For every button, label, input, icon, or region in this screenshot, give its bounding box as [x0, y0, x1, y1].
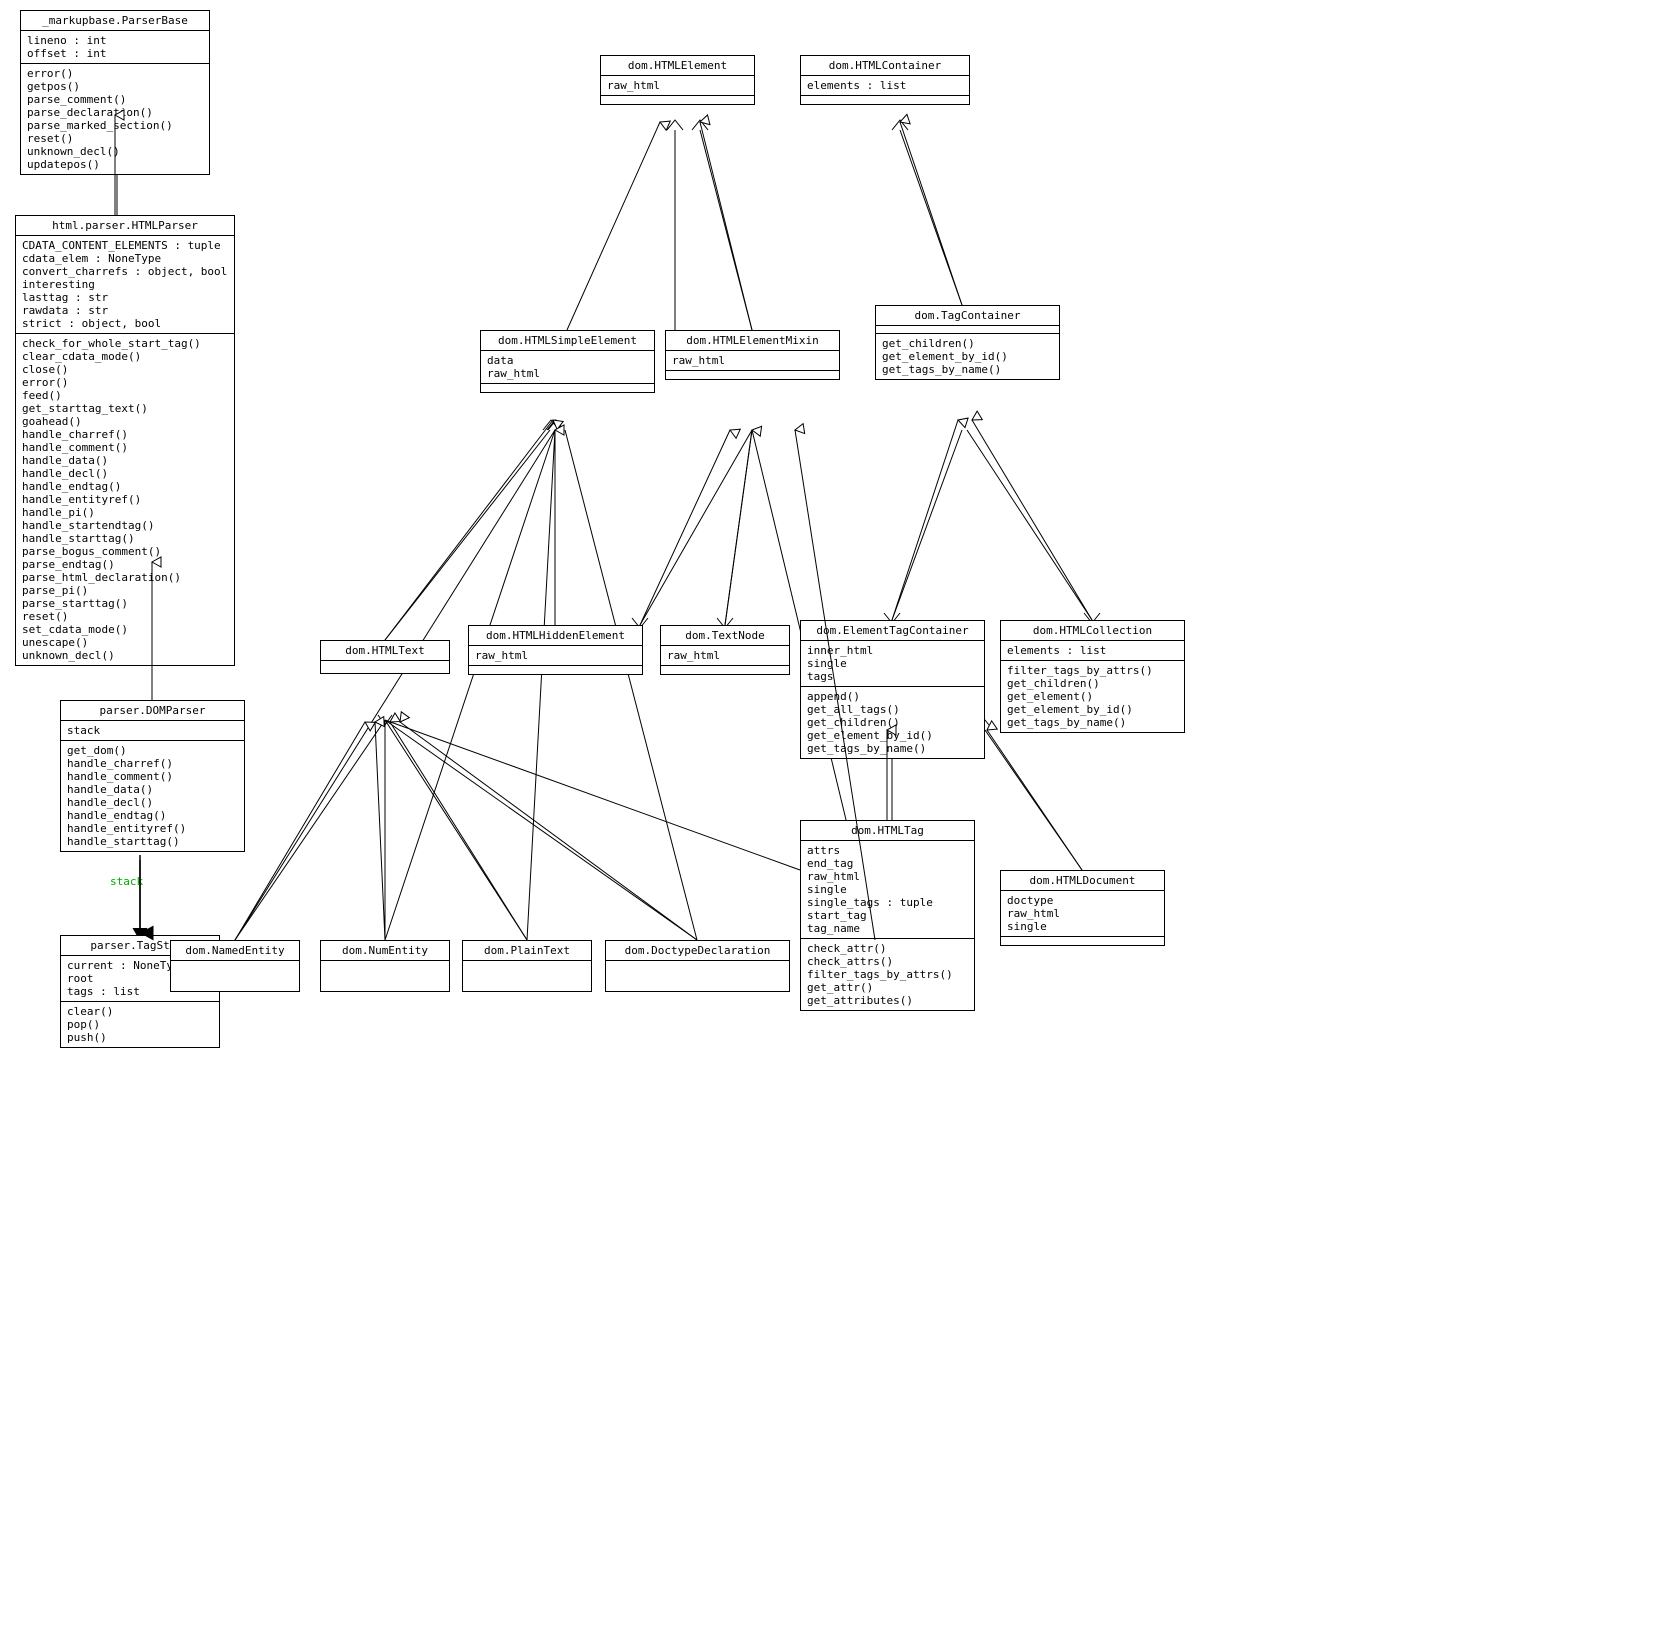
namedentity-title: dom.NamedEntity	[171, 941, 299, 961]
htmlparser-methods: check_for_whole_start_tag() clear_cdata_…	[16, 334, 234, 665]
htmlelement-title: dom.HTMLElement	[601, 56, 754, 76]
box-numentity: dom.NumEntity	[320, 940, 450, 992]
numentity-title: dom.NumEntity	[321, 941, 449, 961]
elementtagcontainer-methods: append() get_all_tags() get_children() g…	[801, 687, 984, 758]
htmldocument-title: dom.HTMLDocument	[1001, 871, 1164, 891]
htmlcontainer-title: dom.HTMLContainer	[801, 56, 969, 76]
htmlcollection-attrs: elements : list	[1001, 641, 1184, 661]
diagram-container: _markupbase.ParserBase lineno : int offs…	[0, 0, 1663, 1651]
markupbase-title: _markupbase.ParserBase	[21, 11, 209, 31]
textnode-title: dom.TextNode	[661, 626, 789, 646]
domparser-methods: get_dom() handle_charref() handle_commen…	[61, 741, 244, 851]
box-htmlhiddenelement: dom.HTMLHiddenElement raw_html	[468, 625, 643, 675]
namedentity-empty	[171, 961, 299, 991]
elementtagcontainer-attrs: inner_html single tags	[801, 641, 984, 687]
htmlparser-attrs: CDATA_CONTENT_ELEMENTS : tuple cdata_ele…	[16, 236, 234, 334]
htmlcollection-title: dom.HTMLCollection	[1001, 621, 1184, 641]
elementtagcontainer-title: dom.ElementTagContainer	[801, 621, 984, 641]
box-plaintext: dom.PlainText	[462, 940, 592, 992]
box-htmltag: dom.HTMLTag attrs end_tag raw_html singl…	[800, 820, 975, 1011]
htmlhiddenelement-attrs: raw_html	[469, 646, 642, 666]
numentity-empty	[321, 961, 449, 991]
domparser-attrs: stack	[61, 721, 244, 741]
htmldocument-empty	[1001, 937, 1164, 945]
htmltag-title: dom.HTMLTag	[801, 821, 974, 841]
box-doctypedeclaration: dom.DoctypeDeclaration	[605, 940, 790, 992]
htmlhiddenelement-title: dom.HTMLHiddenElement	[469, 626, 642, 646]
htmlelementmixin-title: dom.HTMLElementMixin	[666, 331, 839, 351]
box-htmlelementmixin: dom.HTMLElementMixin raw_html	[665, 330, 840, 380]
box-htmlcollection: dom.HTMLCollection elements : list filte…	[1000, 620, 1185, 733]
htmlhiddenelement-empty	[469, 666, 642, 674]
htmlcontainer-attrs: elements : list	[801, 76, 969, 96]
htmlelement-attrs: raw_html	[601, 76, 754, 96]
box-domparser: parser.DOMParser stack get_dom() handle_…	[60, 700, 245, 852]
htmlelement-empty	[601, 96, 754, 104]
markupbase-methods: error() getpos() parse_comment() parse_d…	[21, 64, 209, 174]
markupbase-attrs: lineno : int offset : int	[21, 31, 209, 64]
htmltext-empty	[321, 661, 449, 673]
box-textnode: dom.TextNode raw_html	[660, 625, 790, 675]
htmltag-attrs: attrs end_tag raw_html single single_tag…	[801, 841, 974, 939]
htmlcontainer-empty	[801, 96, 969, 104]
htmlsimpleelement-title: dom.HTMLSimpleElement	[481, 331, 654, 351]
plaintext-title: dom.PlainText	[463, 941, 591, 961]
htmlelementmixin-empty	[666, 371, 839, 379]
box-htmlcontainer: dom.HTMLContainer elements : list	[800, 55, 970, 105]
box-htmlelement: dom.HTMLElement raw_html	[600, 55, 755, 105]
tagstack-methods: clear() pop() push()	[61, 1002, 219, 1047]
htmlsimpleelement-empty	[481, 384, 654, 392]
doctypedeclaration-empty	[606, 961, 789, 991]
box-htmltext: dom.HTMLText	[320, 640, 450, 674]
box-htmldocument: dom.HTMLDocument doctype raw_html single	[1000, 870, 1165, 946]
tagcontainer-empty	[876, 326, 1059, 334]
box-markupbase: _markupbase.ParserBase lineno : int offs…	[20, 10, 210, 175]
htmlcollection-methods: filter_tags_by_attrs() get_children() ge…	[1001, 661, 1184, 732]
box-htmlsimpleelement: dom.HTMLSimpleElement data raw_html	[480, 330, 655, 393]
box-htmlparser: html.parser.HTMLParser CDATA_CONTENT_ELE…	[15, 215, 235, 666]
box-namedentity: dom.NamedEntity	[170, 940, 300, 992]
box-tagcontainer: dom.TagContainer get_children() get_elem…	[875, 305, 1060, 380]
htmltag-methods: check_attr() check_attrs() filter_tags_b…	[801, 939, 974, 1010]
textnode-attrs: raw_html	[661, 646, 789, 666]
htmlparser-title: html.parser.HTMLParser	[16, 216, 234, 236]
htmltext-title: dom.HTMLText	[321, 641, 449, 661]
stack-label: stack	[110, 875, 143, 888]
htmlelementmixin-attrs: raw_html	[666, 351, 839, 371]
plaintext-empty	[463, 961, 591, 991]
domparser-title: parser.DOMParser	[61, 701, 244, 721]
doctypedeclaration-title: dom.DoctypeDeclaration	[606, 941, 789, 961]
box-elementtagcontainer: dom.ElementTagContainer inner_html singl…	[800, 620, 985, 759]
htmlsimpleelement-attrs: data raw_html	[481, 351, 654, 384]
htmldocument-attrs: doctype raw_html single	[1001, 891, 1164, 937]
tagcontainer-title: dom.TagContainer	[876, 306, 1059, 326]
textnode-empty	[661, 666, 789, 674]
tagcontainer-methods: get_children() get_element_by_id() get_t…	[876, 334, 1059, 379]
